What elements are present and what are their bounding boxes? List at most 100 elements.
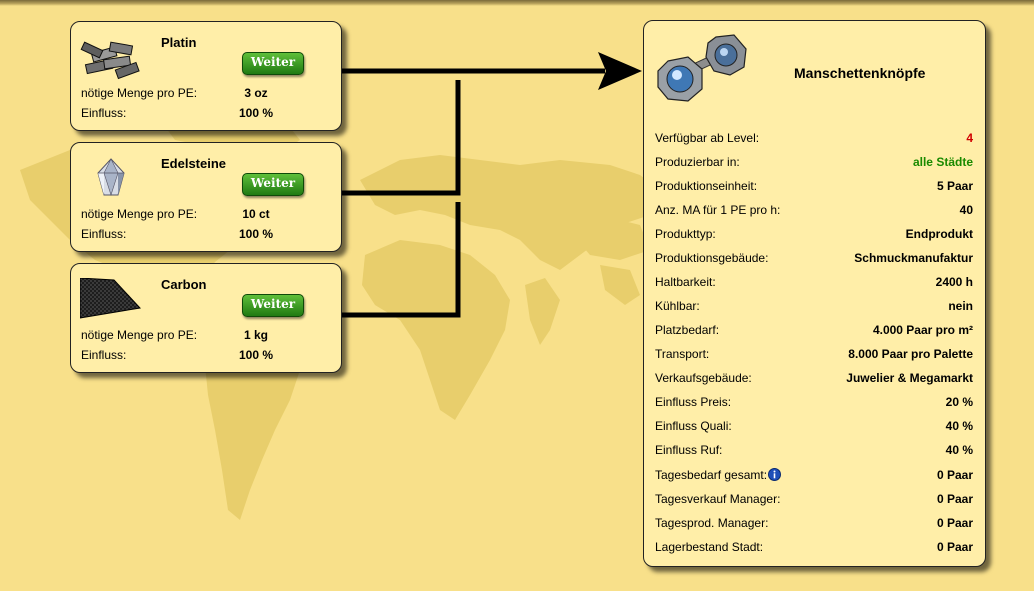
product-row: Haltbarkeit: 2400 h	[655, 275, 973, 291]
product-row: Einfluss Quali: 40 %	[655, 419, 973, 435]
product-row-label-text: Produktionsgebäude:	[655, 251, 769, 265]
product-row-label-text: Verkaufsgebäude:	[655, 371, 752, 385]
info-icon[interactable]	[768, 468, 782, 481]
ingredient-name: Edelsteine	[161, 156, 227, 171]
product-row-value: 4	[966, 131, 973, 145]
product-row-value: 0 Paar	[936, 468, 973, 482]
product-row: Tagesverkauf Manager: 0 Paar	[655, 492, 973, 508]
ingredient-card-platin: Platin Weiter nötige Menge pro PE: 3 oz …	[70, 21, 342, 131]
einfluss-value: 100 %	[238, 348, 274, 362]
einfluss-value: 100 %	[238, 227, 274, 241]
product-row-label-text: Tagesverkauf Manager:	[655, 492, 781, 506]
einfluss-label: Einfluss:	[81, 227, 127, 241]
product-row-value: 20 %	[945, 395, 973, 409]
product-row: Kühlbar: nein	[655, 299, 973, 315]
product-row: Einfluss Ruf: 40 %	[655, 443, 973, 459]
menge-value: 3 oz	[244, 86, 268, 100]
product-row-label-text: Tagesprod. Manager:	[655, 516, 769, 530]
product-row: Produktionsgebäude: Schmuckmanufaktur	[655, 251, 973, 267]
product-row-value: 40 %	[945, 443, 973, 457]
product-row: Platzbedarf: 4.000 Paar pro m²	[655, 323, 973, 339]
product-row: Lagerbestand Stadt: 0 Paar	[655, 540, 973, 556]
ingredient-name: Carbon	[161, 277, 207, 292]
menge-label: nötige Menge pro PE:	[81, 207, 198, 221]
product-row-label: Produktionsgebäude:	[655, 251, 768, 265]
product-row-label: Einfluss Quali:	[655, 419, 732, 433]
product-row: Produktionseinheit: 5 Paar	[655, 179, 973, 195]
product-row-label-text: Produktionseinheit:	[655, 179, 758, 193]
product-row-value: 5 Paar	[936, 179, 973, 193]
product-row-label: Produkttyp:	[655, 227, 716, 241]
product-row-value: Endprodukt	[905, 227, 973, 241]
platinum-bars-icon	[80, 41, 140, 80]
product-row-value: 8.000 Paar pro Palette	[848, 347, 973, 361]
product-row: Produkttyp: Endprodukt	[655, 227, 973, 243]
product-row-label-text: Tagesbedarf gesamt:	[655, 468, 768, 482]
menge-label: nötige Menge pro PE:	[81, 328, 198, 342]
product-row-label: Verkaufsgebäude:	[655, 371, 752, 385]
product-card: Manschettenknöpfe Verfügbar ab Level: 4 Pr…	[643, 20, 986, 567]
product-row-value: Schmuckmanufaktur	[854, 251, 973, 265]
product-row-value: 40 %	[945, 419, 973, 433]
weiter-button[interactable]: Weiter	[242, 173, 304, 196]
menge-value: 10 ct	[242, 207, 270, 221]
product-row: Produzierbar in: alle Städte	[655, 155, 973, 171]
product-row-label-text: Anz. MA für 1 PE pro h:	[655, 203, 781, 217]
product-row-label: Einfluss Ruf:	[655, 443, 722, 457]
product-row-label: Tagesprod. Manager:	[655, 516, 768, 530]
product-row-label-text: Lagerbestand Stadt:	[655, 540, 764, 554]
product-row-label-text: Einfluss Quali:	[655, 419, 732, 433]
product-row-value: 0 Paar	[936, 516, 973, 530]
product-row: Verkaufsgebäude: Juwelier & Megamarkt	[655, 371, 973, 387]
ingredient-name: Platin	[161, 35, 197, 50]
product-row: Transport: 8.000 Paar pro Palette	[655, 347, 973, 363]
product-row-label: Produktionseinheit:	[655, 179, 757, 193]
einfluss-label: Einfluss:	[81, 348, 127, 362]
product-row-label: Platzbedarf:	[655, 323, 719, 337]
weiter-button[interactable]: Weiter	[242, 52, 304, 75]
product-row-label: Anz. MA für 1 PE pro h:	[655, 203, 780, 217]
product-row-label: Verfügbar ab Level:	[655, 131, 759, 145]
product-row-label: Einfluss Preis:	[655, 395, 731, 409]
product-row-value: 2400 h	[935, 275, 973, 289]
ingredient-card-carbon: Carbon Weiter nötige Menge pro PE: 1 kg …	[70, 263, 342, 373]
product-row-value: Juwelier & Megamarkt	[846, 371, 973, 385]
ingredient-card-edelsteine: Edelsteine Weiter nötige Menge pro PE: 1…	[70, 142, 342, 252]
product-row-label: Transport:	[655, 347, 709, 361]
einfluss-value: 100 %	[238, 106, 274, 120]
product-row-label-text: Platzbedarf:	[655, 323, 720, 337]
product-row-label-text: Einfluss Preis:	[655, 395, 732, 409]
product-row-label: Haltbarkeit:	[655, 275, 716, 289]
menge-value: 1 kg	[243, 328, 268, 342]
product-row-label: Tagesbedarf gesamt:	[655, 468, 782, 482]
product-row-label: Produzierbar in:	[655, 155, 740, 169]
cufflinks-icon	[657, 34, 747, 102]
product-row: Tagesbedarf gesamt: 0 Paar	[655, 468, 973, 484]
product-row: Anz. MA für 1 PE pro h: 40	[655, 203, 973, 219]
product-row: Einfluss Preis: 20 %	[655, 395, 973, 411]
product-row-label-text: Haltbarkeit:	[655, 275, 716, 289]
menge-label: nötige Menge pro PE:	[81, 86, 198, 100]
product-row-label: Lagerbestand Stadt:	[655, 540, 763, 554]
product-row-label-text: Transport:	[655, 347, 710, 361]
product-title: Manschettenknöpfe	[794, 65, 926, 81]
gemstone-icon	[97, 158, 125, 196]
product-row-label-text: Einfluss Ruf:	[655, 443, 723, 457]
product-row: Verfügbar ab Level: 4	[655, 131, 973, 147]
product-row-value: 0 Paar	[936, 540, 973, 554]
carbon-sheet-icon	[80, 278, 141, 319]
einfluss-label: Einfluss:	[81, 106, 127, 120]
weiter-button[interactable]: Weiter	[242, 294, 304, 317]
product-row-value: alle Städte	[912, 155, 973, 169]
product-row-label-text: Verfügbar ab Level:	[655, 131, 760, 145]
product-row-label-text: Produzierbar in:	[655, 155, 740, 169]
product-row-label-text: Produkttyp:	[655, 227, 716, 241]
product-row-value: 0 Paar	[936, 492, 973, 506]
product-row-label-text: Kühlbar:	[655, 299, 700, 313]
product-row-label: Tagesverkauf Manager:	[655, 492, 780, 506]
product-row-label: Kühlbar:	[655, 299, 700, 313]
product-row: Tagesprod. Manager: 0 Paar	[655, 516, 973, 532]
product-row-value: nein	[948, 299, 973, 313]
product-row-value: 40	[959, 203, 973, 217]
product-row-value: 4.000 Paar pro m²	[872, 323, 973, 337]
